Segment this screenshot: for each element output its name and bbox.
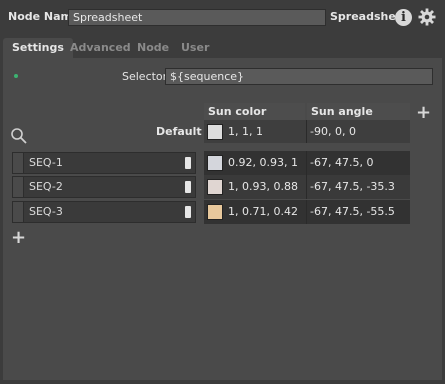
default-color-value[interactable]: 1, 1, 1	[228, 120, 263, 143]
selector-status-dot	[14, 74, 18, 78]
row-enable-toggle[interactable]	[185, 206, 191, 218]
row-seq-1[interactable]: SEQ-1	[12, 152, 196, 174]
gear-icon[interactable]	[418, 8, 436, 26]
node-name-field[interactable]: Spreadsheet	[68, 9, 326, 26]
default-color-swatch[interactable]	[207, 124, 223, 140]
sun-angle-value[interactable]: -67, 47.5, 0	[310, 151, 373, 175]
tab-user[interactable]: User	[172, 38, 218, 58]
column-divider	[306, 175, 307, 199]
default-row-label: Default	[156, 125, 202, 138]
default-row: 1, 1, 1 -90, 0, 0	[204, 120, 410, 143]
row-seq-3[interactable]: SEQ-3	[12, 201, 196, 223]
row-seq-2-cells: 1, 0.93, 0.88 -67, 47.5, -35.3	[204, 175, 410, 199]
row-seq-1-cells: 0.92, 0.93, 1 -67, 47.5, 0	[204, 151, 410, 175]
sun-angle-value[interactable]: -67, 47.5, -35.3	[310, 175, 395, 199]
row-label: SEQ-2	[29, 180, 63, 193]
selector-label: Selector	[122, 70, 168, 83]
column-divider	[306, 151, 307, 175]
row-enable-toggle[interactable]	[185, 157, 191, 169]
info-icon[interactable]: i	[395, 9, 412, 26]
row-drag-handle[interactable]	[13, 177, 24, 197]
color-swatch[interactable]	[207, 179, 223, 195]
row-label: SEQ-1	[29, 156, 63, 169]
add-column-button[interactable]: +	[416, 104, 431, 122]
tab-node[interactable]: Node	[128, 38, 178, 58]
color-swatch[interactable]	[207, 204, 223, 220]
color-swatch[interactable]	[207, 155, 223, 171]
row-seq-2[interactable]: SEQ-2	[12, 176, 196, 198]
default-angle-value[interactable]: -90, 0, 0	[310, 120, 356, 143]
sun-color-value[interactable]: 1, 0.71, 0.42	[228, 200, 298, 224]
spreadsheet-panel: Node Name Spreadsheet Spreadsheet i Sett…	[0, 0, 445, 384]
selector-input[interactable]: ${sequence}	[165, 68, 433, 85]
column-header-sun-angle[interactable]: Sun angle	[307, 103, 410, 121]
add-row-button[interactable]: +	[11, 229, 26, 247]
column-divider	[306, 200, 307, 224]
sun-angle-value[interactable]: -67, 47.5, -55.5	[310, 200, 395, 224]
sun-color-value[interactable]: 1, 0.93, 0.88	[228, 175, 298, 199]
sun-color-value[interactable]: 0.92, 0.93, 1	[228, 151, 298, 175]
row-seq-3-cells: 1, 0.71, 0.42 -67, 47.5, -55.5	[204, 200, 410, 224]
row-drag-handle[interactable]	[13, 202, 24, 222]
row-enable-toggle[interactable]	[185, 181, 191, 193]
search-icon[interactable]	[10, 127, 28, 145]
row-drag-handle[interactable]	[13, 153, 24, 173]
column-header-sun-color[interactable]: Sun color	[204, 103, 305, 121]
column-divider	[306, 120, 307, 143]
row-label: SEQ-3	[29, 205, 63, 218]
